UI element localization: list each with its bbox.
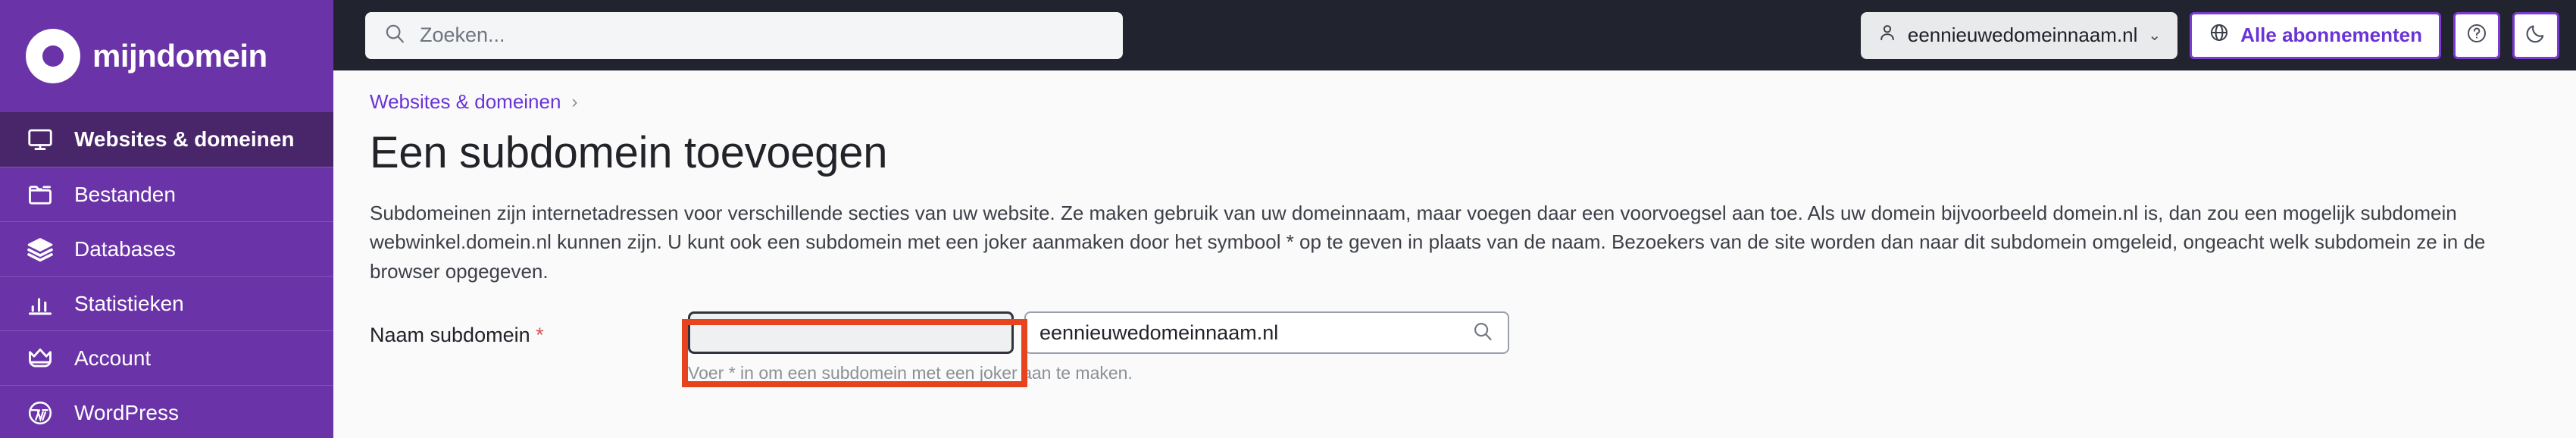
breadcrumb-item-websites-domeinen[interactable]: Websites & domeinen <box>370 90 561 114</box>
topbar: eennieuwedomeinnaam.nl ⌄ Alle abonnement… <box>333 0 2576 70</box>
sidebar-item-bestanden[interactable]: Bestanden <box>0 167 333 221</box>
search-icon <box>1471 320 1494 346</box>
app-root: mijndomein Websites & domeinen Bestanden <box>0 0 2576 438</box>
sidebar-item-statistieken[interactable]: Statistieken <box>0 276 333 330</box>
sidebar-item-databases[interactable]: Databases <box>0 221 333 276</box>
subdomain-hint-text: Voer * in om een subdomein met een joker… <box>688 363 1133 383</box>
globe-icon <box>2209 22 2230 48</box>
account-dropdown[interactable]: eennieuwedomeinnaam.nl ⌄ <box>1860 11 2178 59</box>
sidebar-item-account[interactable]: Account <box>0 330 333 385</box>
database-stack-icon <box>26 235 55 264</box>
question-circle-icon <box>2465 22 2488 48</box>
topbar-actions: eennieuwedomeinnaam.nl ⌄ Alle abonnement… <box>1860 11 2559 59</box>
sidebar-item-label: WordPress <box>74 400 179 424</box>
main-column: eennieuwedomeinnaam.nl ⌄ Alle abonnement… <box>333 0 2576 438</box>
sidebar-item-label: Bestanden <box>74 182 176 206</box>
folder-icon <box>26 180 55 209</box>
help-button[interactable] <box>2453 11 2500 59</box>
search-icon <box>383 22 406 48</box>
breadcrumb: Websites & domeinen › <box>370 90 2546 114</box>
user-icon <box>1877 23 1897 48</box>
monitor-icon <box>26 125 55 154</box>
wordpress-icon <box>26 399 55 427</box>
subdomain-name-input[interactable] <box>688 311 1014 355</box>
domain-select-value: eennieuwedomeinnaam.nl <box>1039 321 1279 344</box>
subdomain-form-row: Naam subdomein * eennieuwedomeinnaam.nl <box>370 311 2546 383</box>
subdomain-fields: eennieuwedomeinnaam.nl Voer * in om een … <box>688 311 1509 383</box>
brand-name: mijndomein <box>92 38 267 74</box>
bar-chart-icon <box>26 289 55 318</box>
search-box[interactable] <box>365 11 1123 59</box>
sidebar-item-wordpress[interactable]: WordPress <box>0 385 333 438</box>
search-input[interactable] <box>420 23 1105 47</box>
sidebar-item-label: Databases <box>74 236 176 261</box>
subdomain-name-label-text: Naam subdomein <box>370 324 530 347</box>
page-intro-text: Subdomeinen zijn internetadressen voor v… <box>370 201 2486 283</box>
moon-icon <box>2524 22 2547 48</box>
brand-logo[interactable]: mijndomein <box>0 0 333 112</box>
crown-icon <box>26 344 55 373</box>
content-area: Websites & domeinen › Een subdomein toev… <box>333 70 2576 438</box>
account-label: eennieuwedomeinnaam.nl <box>1907 23 2138 46</box>
sidebar-item-label: Websites & domeinen <box>74 127 295 151</box>
subdomain-field-line: eennieuwedomeinnaam.nl <box>688 311 1509 355</box>
chevron-down-icon: ⌄ <box>2148 27 2162 44</box>
subdomain-name-label: Naam subdomein * <box>370 311 688 347</box>
dark-mode-button[interactable] <box>2512 11 2559 59</box>
sidebar-item-label: Account <box>74 346 152 370</box>
all-subscriptions-label: Alle abonnementen <box>2240 23 2422 46</box>
required-marker: * <box>536 324 544 347</box>
breadcrumb-separator-icon: › <box>571 91 578 112</box>
sidebar: mijndomein Websites & domeinen Bestanden <box>0 0 333 438</box>
sidebar-item-label: Statistieken <box>74 291 184 315</box>
all-subscriptions-button[interactable]: Alle abonnementen <box>2190 11 2441 59</box>
page-title: Een subdomein toevoegen <box>370 128 888 177</box>
ring-logo-icon <box>26 29 80 83</box>
domain-select[interactable]: eennieuwedomeinnaam.nl <box>1024 311 1509 355</box>
sidebar-item-websites-domeinen[interactable]: Websites & domeinen <box>0 112 333 167</box>
